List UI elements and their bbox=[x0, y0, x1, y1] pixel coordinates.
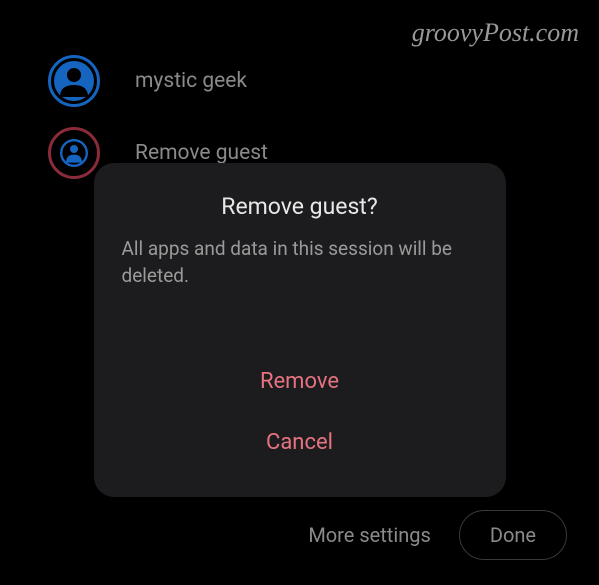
more-settings-button[interactable]: More settings bbox=[308, 523, 431, 547]
user-name-label: mystic geek bbox=[135, 69, 247, 93]
bottom-actions: More settings Done bbox=[308, 510, 567, 560]
remove-guest-dialog: Remove guest? All apps and data in this … bbox=[94, 163, 506, 497]
watermark-text: groovyPost.com bbox=[412, 18, 579, 48]
remove-button[interactable]: Remove bbox=[122, 351, 478, 412]
user-avatar-icon bbox=[48, 55, 100, 107]
user-row[interactable]: mystic geek bbox=[0, 45, 599, 117]
dialog-title: Remove guest? bbox=[122, 193, 478, 220]
done-button[interactable]: Done bbox=[459, 510, 567, 560]
dialog-message: All apps and data in this session will b… bbox=[122, 236, 478, 289]
cancel-button[interactable]: Cancel bbox=[122, 412, 478, 473]
remove-guest-label: Remove guest bbox=[135, 141, 268, 165]
guest-avatar-icon bbox=[48, 127, 100, 179]
